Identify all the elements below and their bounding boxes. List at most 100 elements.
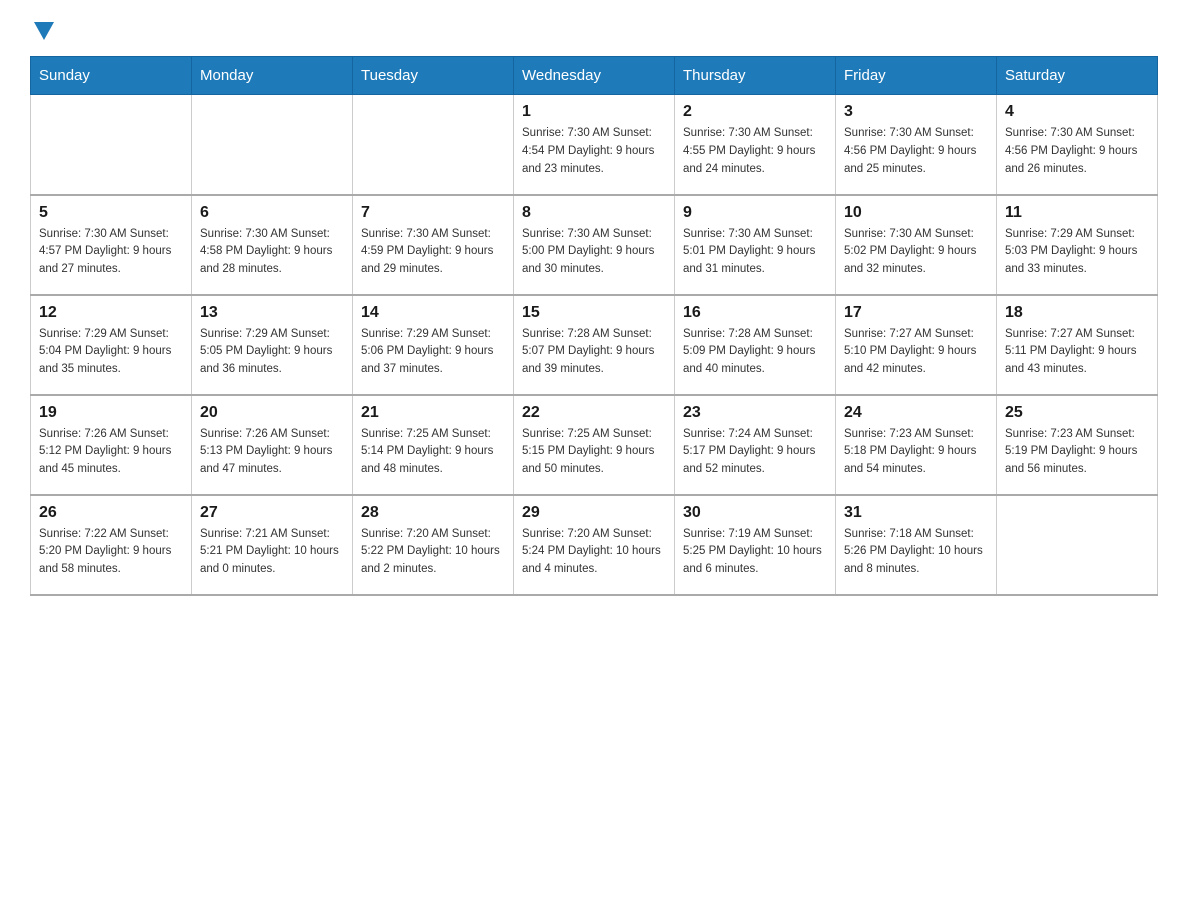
day-info: Sunrise: 7:22 AM Sunset: 5:20 PM Dayligh… xyxy=(39,526,183,579)
day-info: Sunrise: 7:25 AM Sunset: 5:14 PM Dayligh… xyxy=(361,426,505,479)
day-number: 22 xyxy=(522,404,666,422)
calendar-cell: 21 Sunrise: 7:25 AM Sunset: 5:14 PM Dayli… xyxy=(353,395,514,495)
day-info: Sunrise: 7:30 AM Sunset: 4:55 PM Dayligh… xyxy=(683,125,827,178)
day-info: Sunrise: 7:29 AM Sunset: 5:06 PM Dayligh… xyxy=(361,326,505,379)
day-number: 27 xyxy=(200,504,344,522)
day-number: 28 xyxy=(361,504,505,522)
day-number: 31 xyxy=(844,504,988,522)
calendar-week-row: 26Sunrise: 7:22 AM Sunset: 5:20 PM Dayli… xyxy=(31,495,1158,595)
day-info: Sunrise: 7:27 AM Sunset: 5:11 PM Dayligh… xyxy=(1005,326,1149,379)
day-number: 21 xyxy=(361,404,505,422)
day-info: Sunrise: 7:29 AM Sunset: 5:03 PM Dayligh… xyxy=(1005,226,1149,279)
calendar-cell: 6Sunrise: 7:30 AM Sunset: 4:58 PM Daylig… xyxy=(192,195,353,295)
day-info: Sunrise: 7:29 AM Sunset: 5:04 PM Dayligh… xyxy=(39,326,183,379)
day-info: Sunrise: 7:30 AM Sunset: 5:00 PM Dayligh… xyxy=(522,226,666,279)
day-number: 10 xyxy=(844,204,988,222)
calendar-cell: 9 Sunrise: 7:30 AM Sunset: 5:01 PM Daylig… xyxy=(675,195,836,295)
column-header-wednesday: Wednesday xyxy=(514,57,675,95)
calendar-week-row: 1 Sunrise: 7:30 AM Sunset: 4:54 PM Daylig… xyxy=(31,95,1158,195)
day-number: 6 xyxy=(200,204,344,222)
day-info: Sunrise: 7:20 AM Sunset: 5:24 PM Dayligh… xyxy=(522,526,666,579)
day-info: Sunrise: 7:24 AM Sunset: 5:17 PM Dayligh… xyxy=(683,426,827,479)
day-info: Sunrise: 7:18 AM Sunset: 5:26 PM Dayligh… xyxy=(844,526,988,579)
day-info: Sunrise: 7:28 AM Sunset: 5:09 PM Dayligh… xyxy=(683,326,827,379)
day-info: Sunrise: 7:30 AM Sunset: 5:02 PM Dayligh… xyxy=(844,226,988,279)
day-info: Sunrise: 7:30 AM Sunset: 5:01 PM Dayligh… xyxy=(683,226,827,279)
calendar-cell: 7Sunrise: 7:30 AM Sunset: 4:59 PM Daylig… xyxy=(353,195,514,295)
calendar-cell: 5 Sunrise: 7:30 AM Sunset: 4:57 PM Daylig… xyxy=(31,195,192,295)
calendar-cell: 3Sunrise: 7:30 AM Sunset: 4:56 PM Daylig… xyxy=(836,95,997,195)
calendar-cell xyxy=(997,495,1158,595)
day-info: Sunrise: 7:30 AM Sunset: 4:56 PM Dayligh… xyxy=(1005,125,1149,178)
day-number: 4 xyxy=(1005,103,1149,121)
day-info: Sunrise: 7:27 AM Sunset: 5:10 PM Dayligh… xyxy=(844,326,988,379)
column-header-tuesday: Tuesday xyxy=(353,57,514,95)
column-header-monday: Monday xyxy=(192,57,353,95)
calendar-cell: 28 Sunrise: 7:20 AM Sunset: 5:22 PM Dayli… xyxy=(353,495,514,595)
calendar-cell: 2 Sunrise: 7:30 AM Sunset: 4:55 PM Daylig… xyxy=(675,95,836,195)
calendar-cell: 12 Sunrise: 7:29 AM Sunset: 5:04 PM Dayli… xyxy=(31,295,192,395)
calendar-cell: 14 Sunrise: 7:29 AM Sunset: 5:06 PM Dayli… xyxy=(353,295,514,395)
day-info: Sunrise: 7:30 AM Sunset: 4:59 PM Dayligh… xyxy=(361,226,505,279)
calendar-cell: 8 Sunrise: 7:30 AM Sunset: 5:00 PM Daylig… xyxy=(514,195,675,295)
calendar-cell: 17 Sunrise: 7:27 AM Sunset: 5:10 PM Dayli… xyxy=(836,295,997,395)
calendar-week-row: 5 Sunrise: 7:30 AM Sunset: 4:57 PM Daylig… xyxy=(31,195,1158,295)
day-info: Sunrise: 7:28 AM Sunset: 5:07 PM Dayligh… xyxy=(522,326,666,379)
calendar-cell: 29Sunrise: 7:20 AM Sunset: 5:24 PM Dayli… xyxy=(514,495,675,595)
calendar-week-row: 12 Sunrise: 7:29 AM Sunset: 5:04 PM Dayli… xyxy=(31,295,1158,395)
day-number: 20 xyxy=(200,404,344,422)
calendar-table: SundayMondayTuesdayWednesdayThursdayFrid… xyxy=(30,56,1158,596)
calendar-cell: 16Sunrise: 7:28 AM Sunset: 5:09 PM Dayli… xyxy=(675,295,836,395)
day-number: 8 xyxy=(522,204,666,222)
day-info: Sunrise: 7:26 AM Sunset: 5:12 PM Dayligh… xyxy=(39,426,183,479)
calendar-cell: 15 Sunrise: 7:28 AM Sunset: 5:07 PM Dayli… xyxy=(514,295,675,395)
column-header-thursday: Thursday xyxy=(675,57,836,95)
calendar-cell: 4 Sunrise: 7:30 AM Sunset: 4:56 PM Daylig… xyxy=(997,95,1158,195)
calendar-week-row: 19Sunrise: 7:26 AM Sunset: 5:12 PM Dayli… xyxy=(31,395,1158,495)
day-number: 1 xyxy=(522,103,666,121)
day-info: Sunrise: 7:23 AM Sunset: 5:19 PM Dayligh… xyxy=(1005,426,1149,479)
day-info: Sunrise: 7:29 AM Sunset: 5:05 PM Dayligh… xyxy=(200,326,344,379)
day-number: 14 xyxy=(361,304,505,322)
calendar-cell xyxy=(192,95,353,195)
calendar-body: 1 Sunrise: 7:30 AM Sunset: 4:54 PM Daylig… xyxy=(31,95,1158,595)
column-header-friday: Friday xyxy=(836,57,997,95)
day-number: 2 xyxy=(683,103,827,121)
calendar-cell: 13 Sunrise: 7:29 AM Sunset: 5:05 PM Dayli… xyxy=(192,295,353,395)
calendar-cell: 1 Sunrise: 7:30 AM Sunset: 4:54 PM Daylig… xyxy=(514,95,675,195)
header-row: SundayMondayTuesdayWednesdayThursdayFrid… xyxy=(31,57,1158,95)
calendar-cell: 19Sunrise: 7:26 AM Sunset: 5:12 PM Dayli… xyxy=(31,395,192,495)
calendar-cell: 20 Sunrise: 7:26 AM Sunset: 5:13 PM Dayli… xyxy=(192,395,353,495)
page-header xyxy=(30,20,1158,38)
calendar-cell: 30Sunrise: 7:19 AM Sunset: 5:25 PM Dayli… xyxy=(675,495,836,595)
day-number: 15 xyxy=(522,304,666,322)
day-number: 9 xyxy=(683,204,827,222)
day-info: Sunrise: 7:21 AM Sunset: 5:21 PM Dayligh… xyxy=(200,526,344,579)
calendar-cell: 24 Sunrise: 7:23 AM Sunset: 5:18 PM Dayli… xyxy=(836,395,997,495)
day-number: 11 xyxy=(1005,204,1149,222)
day-info: Sunrise: 7:30 AM Sunset: 4:57 PM Dayligh… xyxy=(39,226,183,279)
day-info: Sunrise: 7:26 AM Sunset: 5:13 PM Dayligh… xyxy=(200,426,344,479)
column-header-saturday: Saturday xyxy=(997,57,1158,95)
day-info: Sunrise: 7:20 AM Sunset: 5:22 PM Dayligh… xyxy=(361,526,505,579)
day-number: 25 xyxy=(1005,404,1149,422)
day-number: 5 xyxy=(39,204,183,222)
calendar-cell: 27 Sunrise: 7:21 AM Sunset: 5:21 PM Dayli… xyxy=(192,495,353,595)
calendar-cell: 23 Sunrise: 7:24 AM Sunset: 5:17 PM Dayli… xyxy=(675,395,836,495)
column-header-sunday: Sunday xyxy=(31,57,192,95)
day-number: 13 xyxy=(200,304,344,322)
calendar-cell: 10 Sunrise: 7:30 AM Sunset: 5:02 PM Dayli… xyxy=(836,195,997,295)
calendar-cell: 22Sunrise: 7:25 AM Sunset: 5:15 PM Dayli… xyxy=(514,395,675,495)
day-info: Sunrise: 7:30 AM Sunset: 4:56 PM Dayligh… xyxy=(844,125,988,178)
day-number: 17 xyxy=(844,304,988,322)
day-number: 23 xyxy=(683,404,827,422)
calendar-cell: 25 Sunrise: 7:23 AM Sunset: 5:19 PM Dayli… xyxy=(997,395,1158,495)
day-number: 30 xyxy=(683,504,827,522)
logo-triangle-icon xyxy=(34,22,54,40)
day-info: Sunrise: 7:23 AM Sunset: 5:18 PM Dayligh… xyxy=(844,426,988,479)
calendar-header: SundayMondayTuesdayWednesdayThursdayFrid… xyxy=(31,57,1158,95)
day-number: 12 xyxy=(39,304,183,322)
logo xyxy=(30,20,54,38)
day-number: 24 xyxy=(844,404,988,422)
day-info: Sunrise: 7:30 AM Sunset: 4:54 PM Dayligh… xyxy=(522,125,666,178)
